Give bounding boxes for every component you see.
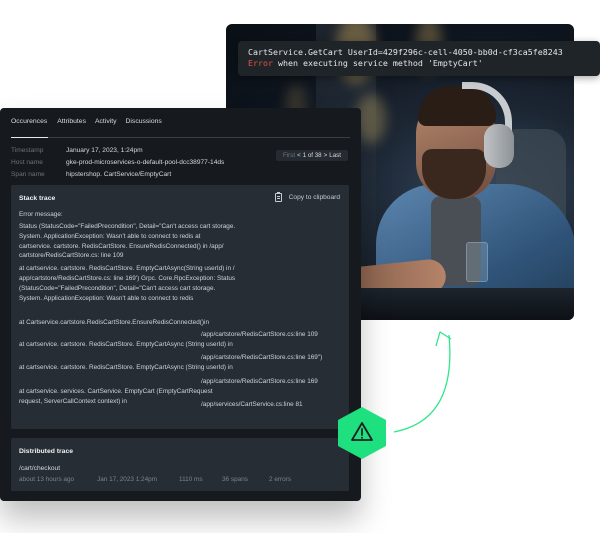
- stack-frame-call: at cartservice. cartstore. RedisCartStor…: [19, 364, 233, 371]
- stack-line: at cartservice. cartstore. RedisCartStor…: [19, 265, 235, 272]
- meta-value: hipstershop. CartService/EmptyCart: [66, 170, 172, 178]
- warning-badge: [338, 407, 386, 459]
- headphone-cup: [484, 124, 514, 168]
- arrow-head: [435, 331, 452, 347]
- pager-next-button[interactable]: >: [324, 152, 328, 159]
- pager-first-button[interactable]: First: [283, 152, 295, 159]
- trace-spans: 36 spans: [222, 476, 248, 483]
- error-message-line: System. ApplicationException: Wasn't abl…: [19, 233, 201, 240]
- stack-frame-call: at cartservice. cartstore. RedisCartStor…: [19, 341, 233, 348]
- stack-line: System. ApplicationException: Wasn't abl…: [19, 295, 194, 302]
- tab-occurences[interactable]: Occurences: [11, 116, 49, 138]
- trace-path[interactable]: /cart/checkout: [19, 465, 60, 472]
- tab-attributes[interactable]: Attributes: [57, 116, 86, 138]
- log-line-2-rest: when executing service method 'EmptyCart…: [272, 58, 483, 68]
- meta-value: January 17, 2023, 1:24pm: [66, 146, 143, 154]
- meta-row-span-name: Span name hipstershop. CartService/Empty…: [11, 168, 261, 180]
- trace-errors: 2 errors: [269, 476, 292, 483]
- log-line-1: CartService.GetCart UserId=429f296c-cell…: [248, 47, 563, 57]
- pager-last-button[interactable]: Last: [329, 152, 341, 159]
- stack-frame-location: /app/cartstore/RedisCartStore.cs:line 16…: [201, 378, 318, 385]
- tab-activity[interactable]: Activity: [95, 116, 117, 138]
- stack-frame-call: at cartservice. services. CartService. E…: [19, 388, 213, 395]
- stack-line: app/cartstore/RedisCartStore.cs: line 16…: [19, 275, 236, 282]
- error-message-line: Status (StatusCode="FailedPrecondition",…: [19, 223, 236, 230]
- meta-row-timestamp: Timestamp January 17, 2023, 1:24pm: [11, 144, 261, 156]
- log-line-2: Error when executing service method 'Emp…: [248, 58, 590, 69]
- stack-line: (StatusCode="FailedPrecondition", Detail…: [19, 285, 216, 292]
- meta-label: Span name: [11, 170, 45, 178]
- trace-duration: 1110 ms: [179, 476, 203, 483]
- stack-frame-location: /app/services/CartService.cs:line 81: [201, 401, 303, 408]
- tab-bar: Occurences Attributes Activity Discussio…: [11, 116, 350, 138]
- meta-row-host-name: Host name gke-prod-microservices-o-defau…: [11, 156, 261, 168]
- trace-relative-time: about 13 hours ago: [19, 476, 75, 483]
- pager-prev-button[interactable]: <: [297, 152, 301, 159]
- error-log-snippet: CartService.GetCart UserId=429f296c-cell…: [238, 41, 600, 76]
- distributed-trace-title: Distributed trace: [19, 448, 74, 455]
- meta-value: gke-prod-microservices-o-default-pool-dc…: [66, 158, 225, 166]
- meta-label: Host name: [11, 158, 43, 166]
- error-keyword: Error: [248, 58, 273, 68]
- meta-label: Timestamp: [11, 146, 44, 154]
- stack-frame-location: /app/cartstore/RedisCartStore.cs:line 10…: [201, 331, 318, 338]
- stack-frame-location: /app/cartstore/RedisCartStore.cs:line 16…: [201, 354, 323, 361]
- copy-label: Copy to clipboard: [288, 194, 340, 201]
- copy-to-clipboard-button[interactable]: Copy to clipboard: [274, 192, 340, 202]
- occurrence-metadata: Timestamp January 17, 2023, 1:24pm Host …: [11, 144, 261, 180]
- arrow-curve: [393, 334, 451, 433]
- stack-frame-call: request, ServerCallContext context) in: [19, 398, 127, 405]
- stack-frame-call: at Cartservice.cartstore.RedisCartStore.…: [19, 319, 210, 326]
- error-message-heading: Error message:: [19, 211, 63, 218]
- clipboard-icon: [274, 192, 282, 202]
- occurrence-pager: First < 1 of 38 > Last: [276, 150, 348, 161]
- pager-position: 1 of 38: [302, 152, 322, 159]
- error-details-panel: Occurences Attributes Activity Discussio…: [0, 108, 361, 501]
- stack-trace-card: Stack trace Copy to clipboard Error mess…: [11, 185, 349, 429]
- tab-discussions[interactable]: Discussions: [126, 116, 162, 138]
- photo-glass: [466, 242, 488, 282]
- distributed-trace-card[interactable]: Distributed trace /cart/checkout about 1…: [11, 438, 349, 491]
- stack-trace-title: Stack trace: [19, 195, 56, 202]
- trace-timestamp: Jan 17, 2023 1:24pm: [97, 476, 158, 483]
- error-message-line: cartstore/RedisCartStore.cs: line 109: [19, 252, 124, 259]
